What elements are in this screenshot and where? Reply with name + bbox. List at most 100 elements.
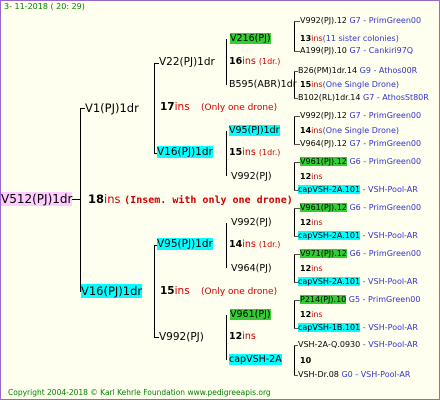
root-node[interactable]: V512(PJ)1dr (1, 191, 73, 207)
g4-count: 10 (300, 356, 312, 365)
g5-tail: - VSH-Pool-AR (362, 231, 418, 240)
connector (294, 116, 295, 144)
sire-node[interactable]: V1(PJ)1dr (85, 101, 139, 115)
g5-node[interactable]: V992(PJ).12 G7 - PrimGreen00 (300, 16, 421, 26)
g3-count: 14 (229, 239, 243, 250)
g5-id: VSH-2A-Q.0930 (298, 340, 361, 349)
root-id: V512(PJ)1dr (1, 192, 73, 206)
g3-node[interactable]: V22(PJ)1dr (159, 56, 215, 69)
g5-tail: - VSH-Pool-AR (362, 185, 418, 194)
g5-tail: - VSH-Pool-AR (362, 277, 418, 286)
g3-id: V95(PJ)1dr (157, 238, 213, 250)
connector (294, 21, 295, 51)
g4-id: V216(PJ) (230, 33, 271, 44)
g5-node[interactable]: capVSH-2A.101 - VSH-Pool-AR (298, 277, 418, 287)
connector (294, 162, 295, 190)
root-ins: ins (104, 192, 121, 206)
g4-count: 12 (300, 310, 312, 319)
g4-ins: ins (311, 310, 323, 319)
g4-node[interactable]: V95(PJ)1dr (229, 125, 280, 137)
g5-id: VSH-Dr.08 (298, 370, 339, 379)
g5-tail: - VSH-Pool-AR (362, 340, 418, 349)
g3-node[interactable]: V16(PJ)1dr (157, 146, 213, 159)
g4-node[interactable]: V961(PJ) (230, 309, 271, 321)
g3-info: 15ins (1dr.) (229, 147, 280, 159)
g4-node[interactable]: capVSH-2A (229, 354, 282, 366)
connector (226, 315, 227, 360)
g3-count: 15 (229, 147, 243, 158)
g4-info: 15ins(One Single Drone) (300, 80, 399, 90)
g5-node[interactable]: B26(PM)1dr.14 G9 - Athos00R (298, 66, 417, 76)
g5-node[interactable]: VSH-Dr.08 G0 - VSH-Pool-AR (298, 370, 410, 380)
connector (226, 39, 227, 85)
g5-node[interactable]: V964(PJ).12 G7 - PrimGreen00 (300, 139, 421, 149)
g5-id: capVSH-2A.101 (298, 185, 361, 194)
connector (72, 199, 80, 200)
g5-tail: G9 - Athos00R (359, 66, 418, 75)
g4-node[interactable]: V216(PJ) (230, 33, 271, 45)
dam-id: V16(PJ)1dr (81, 284, 143, 298)
g5-node[interactable]: VSH-2A-Q.0930 - VSH-Pool-AR (298, 340, 418, 350)
g5-id: capVSH-2A.101 (298, 277, 361, 286)
g5-tail: G6 - PrimGreen00 (349, 203, 422, 212)
g5-id: P214(PJ).10 (300, 295, 347, 304)
root-note: (Insem. with only one drone) (124, 195, 293, 206)
connector (226, 131, 227, 176)
connector (294, 345, 295, 375)
g4-node[interactable]: V992(PJ) (231, 217, 272, 229)
g5-node[interactable]: A199(PJ).10 G7 - Cankiri97Q (300, 46, 413, 56)
g4-count: 14 (300, 126, 312, 135)
copyright-footer: Copyright 2004-2018 © Karl Kehrle Founda… (8, 388, 271, 397)
g4-info: 14ins(One Single Drone) (300, 126, 399, 136)
g5-tail: G7 - PrimGreen00 (349, 139, 422, 148)
g4-count: 13 (300, 34, 312, 43)
g5-node[interactable]: V961(PJ).12 G6 - PrimGreen00 (300, 203, 421, 213)
g5-id: V964(PJ).12 (300, 139, 347, 148)
g4-node[interactable]: V964(PJ) (231, 263, 272, 275)
g5-node[interactable]: B102(RL)1dr.14 G7 - AthosSt80R (298, 93, 429, 103)
g3-ins: ins (242, 239, 256, 250)
g4-id: B595(ABR)1dr (229, 79, 297, 90)
g5-tail: G7 - AthosSt80R (363, 93, 429, 102)
g5-id: capVSH-1B.101 (298, 323, 361, 332)
timestamp: 3- 11-2018 ( 20: 29) (4, 2, 85, 11)
dam-node[interactable]: V16(PJ)1dr (81, 284, 143, 298)
root-info: 18ins (Insem. with only one drone) (88, 192, 293, 208)
g5-tail: G7 - PrimGreen00 (349, 16, 422, 25)
connector (154, 245, 155, 337)
g3-ins: ins (242, 331, 256, 342)
g4-id: capVSH-2A (229, 354, 282, 365)
g3-ins: ins (242, 147, 256, 158)
g5-node[interactable]: V961(PJ).12 G6 - PrimGreen00 (300, 157, 421, 167)
connector (294, 208, 295, 236)
g5-tail: G7 - Cankiri97Q (349, 46, 414, 55)
g5-node[interactable]: V971(PJ).12 G6 - PrimGreen00 (300, 249, 421, 259)
g4-info: 12ins (300, 310, 323, 320)
sire-info: 17ins (Only one drone) (160, 101, 277, 115)
g4-node[interactable]: B595(ABR)1dr (229, 79, 297, 91)
g4-info: 13ins(11 sister colonies) (300, 34, 399, 44)
g4-note: (One Single Drone) (322, 80, 399, 89)
g5-node[interactable]: V992(PJ).12 G7 - PrimGreen00 (300, 111, 421, 121)
dam-count: 15 (160, 285, 175, 297)
sire-ins: ins (174, 101, 190, 113)
sire-count: 17 (160, 101, 175, 113)
g3-node[interactable]: V992(PJ) (159, 331, 204, 344)
g5-node[interactable]: capVSH-1B.101 - VSH-Pool-AR (298, 323, 418, 333)
connector (80, 108, 81, 291)
g5-id: V971(PJ).12 (300, 249, 347, 258)
g4-count: 15 (300, 80, 312, 89)
g3-count: 12 (229, 331, 243, 342)
g4-note: (One Single Drone) (322, 126, 399, 135)
g5-node[interactable]: capVSH-2A.101 - VSH-Pool-AR (298, 185, 418, 195)
g3-node[interactable]: V95(PJ)1dr (157, 238, 213, 251)
dam-info: 15ins (Only one drone) (160, 285, 277, 299)
sire-id: V1(PJ)1dr (85, 101, 139, 115)
g4-node[interactable]: V992(PJ) (231, 171, 272, 183)
sire-note: (Only one drone) (201, 103, 278, 113)
g5-node[interactable]: P214(PJ).10 G5 - PrimGreen00 (300, 295, 420, 305)
g5-node[interactable]: capVSH-2A.101 - VSH-Pool-AR (298, 231, 418, 241)
g4-ins: ins (311, 34, 323, 43)
g3-info: 12ins (229, 331, 256, 343)
g5-tail: G7 - PrimGreen00 (349, 111, 422, 120)
